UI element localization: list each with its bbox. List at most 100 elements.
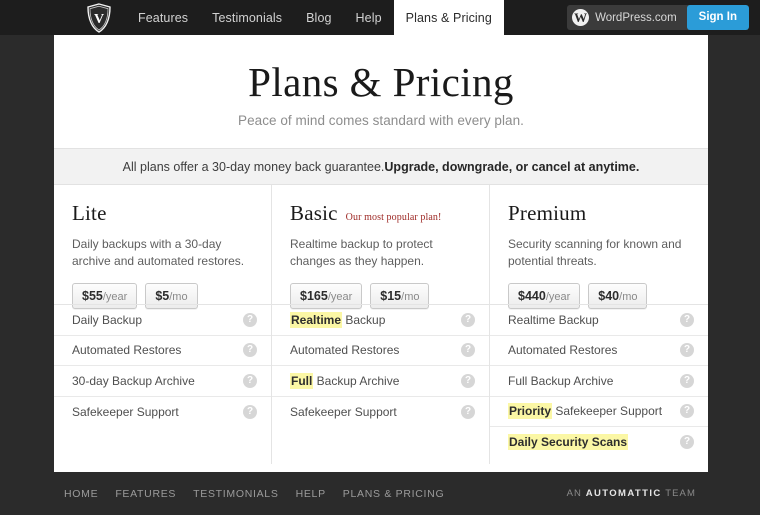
help-icon[interactable]: ?	[461, 312, 475, 327]
guarantee-strong-text: Upgrade, downgrade, or cancel at anytime…	[384, 159, 640, 174]
feature-label: 30-day Backup Archive	[72, 374, 243, 388]
feature-highlight: Realtime	[290, 311, 343, 328]
nav-item-features[interactable]: Features	[126, 0, 200, 35]
price-amount: $440	[518, 288, 546, 303]
feature-highlight: Priority	[508, 403, 553, 420]
credit-prefix: AN	[566, 488, 586, 499]
help-icon[interactable]: ?	[243, 343, 257, 358]
wordpress-logo-icon: W	[572, 9, 590, 26]
top-right-actions: W WordPress.com Sign In	[567, 0, 760, 35]
plan-name-premium: Premium	[508, 201, 587, 226]
feature-label: Automated Restores	[72, 343, 243, 357]
hero-section: Plans & Pricing Peace of mind comes stan…	[54, 35, 708, 148]
plan-description-basic: Realtime backup to protect changes as th…	[290, 237, 433, 269]
feature-row: Safekeeper Support ?	[54, 397, 271, 428]
price-period: /year	[545, 290, 571, 303]
feature-label: Realtime Backup	[290, 311, 461, 328]
help-icon[interactable]: ?	[243, 312, 257, 327]
help-icon[interactable]: ?	[461, 343, 475, 358]
help-icon[interactable]: ?	[680, 343, 694, 358]
nav-item-blog[interactable]: Blog	[294, 0, 343, 35]
plan-description-premium: Security scanning for known and potentia…	[508, 237, 682, 269]
automattic-credit: AN AUTOMATTIC TEAM	[567, 488, 696, 499]
feature-rest: Safekeeper Support	[290, 404, 397, 419]
price-period: /year	[327, 290, 353, 303]
wordpress-com-label: WordPress.com	[595, 11, 677, 24]
feature-label: Safekeeper Support	[290, 405, 461, 419]
wordpress-com-chip[interactable]: W WordPress.com Sign In	[567, 5, 749, 30]
page-subtitle: Peace of mind comes standard with every …	[238, 113, 524, 129]
feature-list-lite: Daily Backup ? Automated Restores ? 30-d…	[54, 304, 271, 427]
plan-column-lite: Lite Daily backups with a 30-day archive…	[54, 185, 272, 465]
plans-container: Lite Daily backups with a 30-day archive…	[54, 185, 708, 465]
footer-link-help[interactable]: HELP	[296, 488, 326, 500]
help-icon[interactable]: ?	[461, 373, 475, 388]
price-amount: $55	[82, 288, 103, 303]
footer-link-home[interactable]: HOME	[64, 488, 98, 500]
feature-row: Automated Restores ?	[272, 336, 489, 367]
help-icon[interactable]: ?	[680, 404, 694, 419]
top-navigation-bar: V Features Testimonials Blog Help Plans …	[0, 0, 760, 35]
plan-description-lite: Daily backups with a 30-day archive and …	[72, 237, 245, 269]
feature-label: Full Backup Archive	[290, 372, 461, 389]
feature-rest: Realtime Backup	[508, 312, 599, 327]
guarantee-banner: All plans offer a 30-day money back guar…	[54, 148, 708, 186]
page-title: Plans & Pricing	[248, 59, 514, 105]
feature-label: Daily Security Scans	[508, 434, 680, 451]
footer-link-plans-and-pricing[interactable]: PLANS & PRICING	[343, 488, 445, 500]
guarantee-lead-text: All plans offer a 30-day money back guar…	[122, 159, 385, 174]
feature-label: Automated Restores	[290, 343, 461, 357]
help-icon[interactable]: ?	[461, 404, 475, 419]
price-amount: $5	[155, 288, 170, 303]
help-icon[interactable]: ?	[243, 373, 257, 388]
feature-label: Automated Restores	[508, 343, 680, 357]
feature-label: Daily Backup	[72, 313, 243, 327]
price-period: /mo	[169, 290, 188, 303]
plan-header-basic: Basic Our most popular plan! Realtime ba…	[272, 185, 489, 309]
feature-rest: Automated Restores	[72, 343, 182, 358]
price-period: /year	[102, 290, 128, 303]
page-footer: HOME FEATURES TESTIMONIALS HELP PLANS & …	[0, 472, 760, 515]
feature-label: Safekeeper Support	[72, 405, 243, 419]
feature-label: Priority Safekeeper Support	[508, 403, 680, 420]
nav-item-plans-and-pricing[interactable]: Plans & Pricing	[393, 0, 504, 35]
feature-rest: Automated Restores	[290, 343, 400, 358]
plan-name-basic: Basic	[290, 201, 338, 226]
price-amount: $15	[380, 288, 402, 303]
primary-nav: Features Testimonials Blog Help Plans & …	[126, 0, 504, 35]
feature-rest: Backup Archive	[313, 373, 400, 388]
feature-row: Daily Security Scans ?	[490, 427, 708, 458]
feature-row: Automated Restores ?	[54, 336, 271, 367]
feature-row: Realtime Backup ?	[272, 305, 489, 336]
price-period: /mo	[619, 290, 638, 303]
feature-rest: Daily Backup	[72, 312, 143, 327]
footer-link-testimonials[interactable]: TESTIMONIALS	[193, 488, 278, 500]
nav-item-testimonials[interactable]: Testimonials	[200, 0, 294, 35]
shield-logo-icon: V	[87, 2, 111, 33]
nav-item-help[interactable]: Help	[344, 0, 394, 35]
feature-row: Priority Safekeeper Support ?	[490, 397, 708, 428]
price-period: /mo	[401, 290, 420, 303]
pricing-card: Plans & Pricing Peace of mind comes stan…	[54, 35, 708, 472]
feature-row: Safekeeper Support ?	[272, 397, 489, 428]
plan-header-premium: Premium Security scanning for known and …	[490, 185, 708, 309]
feature-list-basic: Realtime Backup ? Automated Restores ? F…	[272, 304, 489, 427]
sign-in-button[interactable]: Sign In	[686, 5, 749, 30]
feature-list-premium: Realtime Backup ? Automated Restores ? F…	[490, 304, 708, 458]
feature-label: Realtime Backup	[508, 313, 680, 327]
help-icon[interactable]: ?	[680, 435, 694, 450]
feature-row: Daily Backup ?	[54, 305, 271, 336]
plan-name-lite: Lite	[72, 201, 107, 226]
help-icon[interactable]: ?	[680, 373, 694, 388]
feature-highlight: Full	[290, 372, 314, 389]
footer-link-features[interactable]: FEATURES	[115, 488, 176, 500]
help-icon[interactable]: ?	[680, 312, 694, 327]
footer-nav: HOME FEATURES TESTIMONIALS HELP PLANS & …	[64, 488, 444, 500]
feature-rest: Full Backup Archive	[508, 373, 614, 388]
feature-row: Realtime Backup ?	[490, 305, 708, 336]
feature-highlight: Daily Security Scans	[508, 434, 629, 451]
feature-label: Full Backup Archive	[508, 374, 680, 388]
feature-rest: Automated Restores	[508, 343, 618, 358]
help-icon[interactable]: ?	[243, 404, 257, 419]
site-logo[interactable]: V	[58, 0, 112, 35]
